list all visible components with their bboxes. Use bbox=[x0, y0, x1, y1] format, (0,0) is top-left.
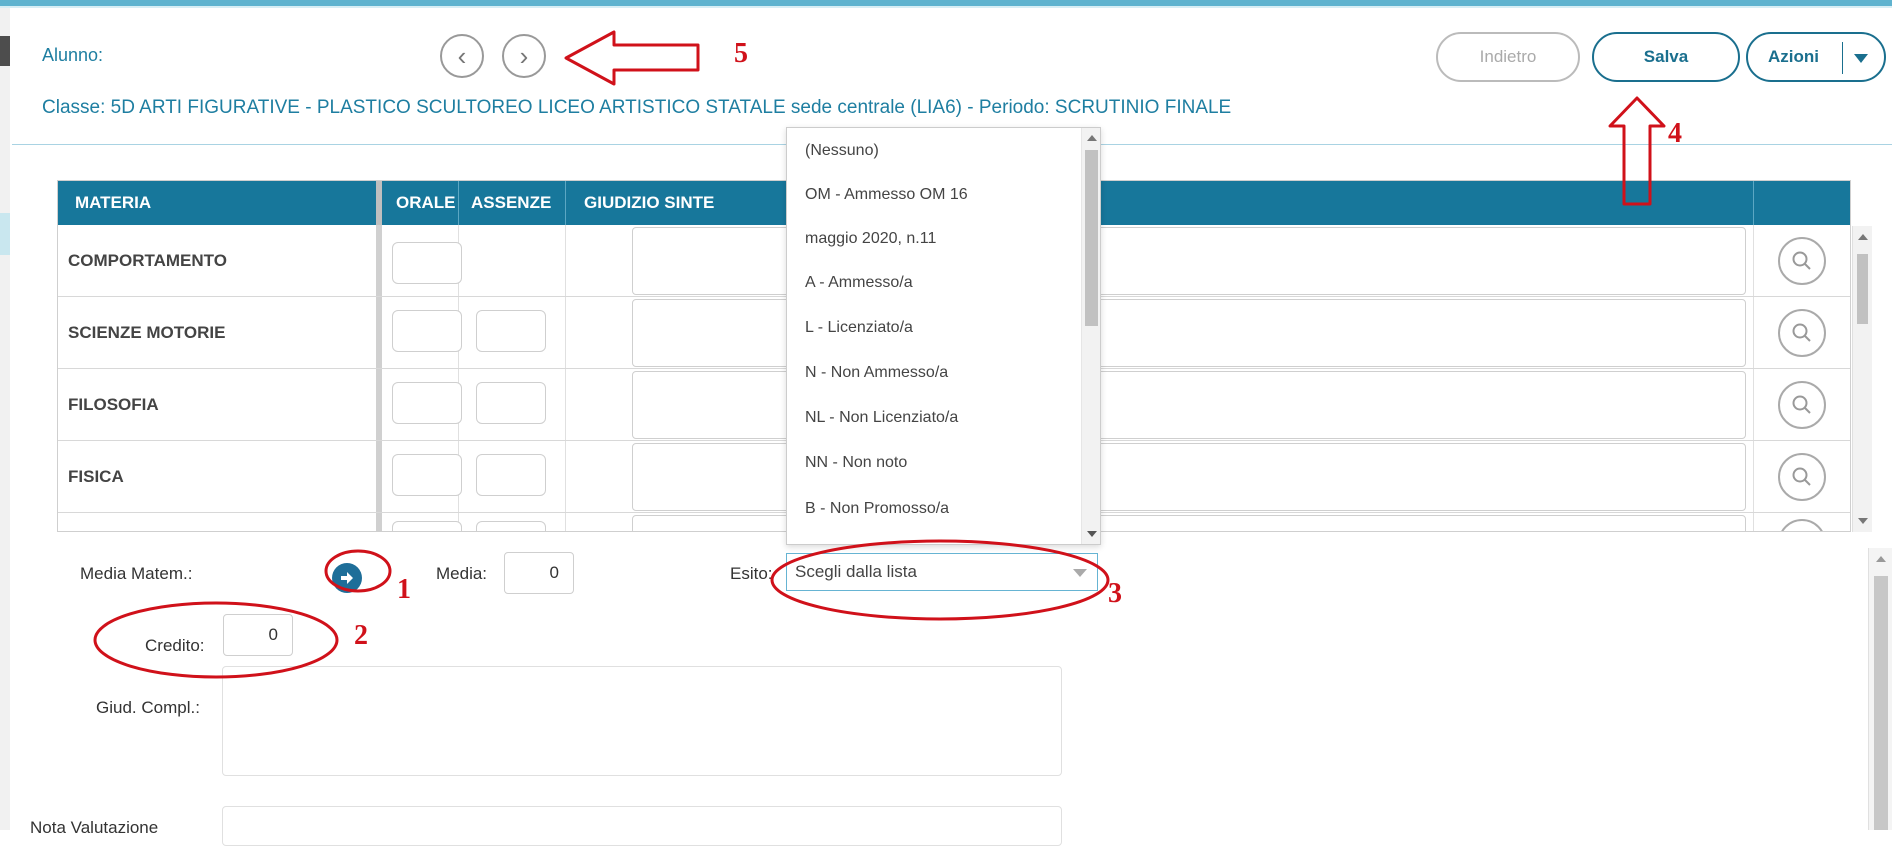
azioni-separator bbox=[1842, 42, 1843, 74]
esito-select[interactable]: Scegli dalla lista bbox=[786, 553, 1098, 591]
assenze-input[interactable] bbox=[476, 310, 546, 352]
column-divider bbox=[1753, 181, 1754, 225]
chevron-left-icon: ‹ bbox=[457, 41, 467, 71]
dropdown-option[interactable]: B - Non Promosso/a bbox=[805, 500, 949, 518]
column-header-materia[interactable]: MATERIA bbox=[75, 181, 151, 225]
table-scrollbar[interactable] bbox=[1852, 226, 1872, 532]
chevron-right-icon: › bbox=[519, 41, 529, 71]
giud-compl-textarea[interactable] bbox=[222, 666, 1062, 776]
esito-dropdown-list: (Nessuno) OM - Ammesso OM 16 maggio 2020… bbox=[786, 127, 1101, 545]
column-divider bbox=[565, 181, 566, 225]
top-accent-line bbox=[0, 0, 1892, 8]
materia-cell: FISICA bbox=[68, 467, 124, 486]
materia-cell: SCIENZE MOTORIE bbox=[68, 323, 226, 342]
esito-label: Esito: bbox=[730, 564, 773, 583]
calculate-media-button[interactable] bbox=[332, 563, 362, 593]
annotation-number-2: 2 bbox=[354, 620, 368, 651]
sidebar-active-item[interactable] bbox=[0, 213, 10, 255]
credito-label: Credito: bbox=[145, 636, 205, 655]
dropdown-option[interactable]: OM - Ammesso OM 16 bbox=[805, 186, 968, 204]
prev-student-button[interactable]: ‹ bbox=[440, 34, 484, 78]
orale-input[interactable] bbox=[392, 242, 462, 284]
giud-compl-label: Giud. Compl.: bbox=[96, 698, 200, 717]
assenze-input[interactable] bbox=[476, 454, 546, 496]
dropdown-option[interactable]: L - Licenziato/a bbox=[805, 319, 913, 337]
search-button[interactable] bbox=[1778, 381, 1826, 429]
column-header-orale[interactable]: ORALE bbox=[396, 181, 456, 225]
search-button[interactable] bbox=[1778, 453, 1826, 501]
nota-valutazione-label: Nota Valutazione bbox=[30, 818, 159, 837]
indietro-button[interactable]: Indietro bbox=[1436, 32, 1580, 82]
search-button[interactable] bbox=[1778, 309, 1826, 357]
scroll-down-icon[interactable] bbox=[1087, 531, 1097, 537]
media-matem-label: Media Matem.: bbox=[80, 564, 193, 583]
chevron-down-icon[interactable] bbox=[1073, 569, 1087, 577]
orale-input[interactable] bbox=[392, 310, 462, 352]
assenze-input[interactable] bbox=[476, 382, 546, 424]
annotation-number-5: 5 bbox=[734, 38, 748, 69]
dropdown-option[interactable]: N - Non Ammesso/a bbox=[805, 364, 948, 382]
credito-field[interactable]: 0 bbox=[223, 614, 293, 656]
dropdown-scrollbar[interactable] bbox=[1081, 128, 1100, 544]
dropdown-option[interactable]: NL - Non Licenziato/a bbox=[805, 409, 958, 427]
search-button[interactable] bbox=[1778, 237, 1826, 285]
page-scrollbar[interactable] bbox=[1868, 548, 1892, 830]
scrollbar-thumb[interactable] bbox=[1857, 254, 1868, 324]
dropdown-option[interactable]: A - Ammesso/a bbox=[805, 274, 913, 292]
scroll-up-icon[interactable] bbox=[1858, 234, 1868, 240]
materia-cell: COMPORTAMENTO bbox=[68, 251, 227, 270]
dropdown-option-continuation[interactable]: maggio 2020, n.11 bbox=[805, 230, 936, 248]
azioni-label: Azioni bbox=[1768, 47, 1819, 66]
annotation-number-4: 4 bbox=[1668, 118, 1682, 149]
left-sidebar-strip bbox=[0, 8, 10, 830]
materia-cell: FILOSOFIA bbox=[68, 395, 159, 414]
arrow-right-icon bbox=[341, 572, 353, 584]
media-label: Media: bbox=[436, 564, 488, 583]
scrollbar-thumb[interactable] bbox=[1874, 576, 1888, 830]
media-field[interactable]: 0 bbox=[504, 552, 574, 594]
salva-button[interactable]: Salva bbox=[1592, 32, 1740, 82]
orale-input[interactable] bbox=[392, 382, 462, 424]
dropdown-option[interactable]: NN - Non noto bbox=[805, 454, 907, 472]
column-divider bbox=[458, 181, 459, 225]
alunno-label: Alunno: bbox=[42, 45, 104, 65]
scroll-up-icon[interactable] bbox=[1876, 556, 1886, 562]
orale-input[interactable] bbox=[392, 454, 462, 496]
chevron-down-icon[interactable] bbox=[1854, 54, 1868, 63]
scroll-up-icon[interactable] bbox=[1087, 135, 1097, 141]
search-icon bbox=[1792, 395, 1811, 414]
dropdown-option[interactable]: (Nessuno) bbox=[805, 142, 879, 160]
scrollbar-thumb[interactable] bbox=[1085, 150, 1098, 326]
classe-info: Classe: 5D ARTI FIGURATIVE - PLASTICO SC… bbox=[42, 97, 1232, 118]
next-student-button[interactable]: › bbox=[502, 34, 546, 78]
search-icon bbox=[1792, 323, 1811, 342]
column-header-giudizio[interactable]: GIUDIZIO SINTE bbox=[584, 181, 714, 225]
annotation-arrow-5 bbox=[564, 30, 700, 86]
azioni-button[interactable]: Azioni bbox=[1746, 32, 1886, 82]
annotation-number-3: 3 bbox=[1108, 578, 1122, 609]
nota-valutazione-textarea[interactable] bbox=[222, 806, 1062, 846]
scroll-down-icon[interactable] bbox=[1858, 518, 1868, 524]
search-icon bbox=[1792, 467, 1811, 486]
annotation-number-1: 1 bbox=[397, 574, 411, 605]
esito-placeholder: Scegli dalla lista bbox=[795, 562, 917, 581]
sidebar-toggle[interactable] bbox=[0, 36, 10, 66]
orale-input[interactable] bbox=[392, 521, 462, 531]
column-header-assenze[interactable]: ASSENZE bbox=[471, 181, 551, 225]
column-divider bbox=[376, 181, 382, 225]
search-icon bbox=[1792, 251, 1811, 270]
assenze-input[interactable] bbox=[476, 521, 546, 531]
search-button[interactable] bbox=[1778, 519, 1826, 531]
